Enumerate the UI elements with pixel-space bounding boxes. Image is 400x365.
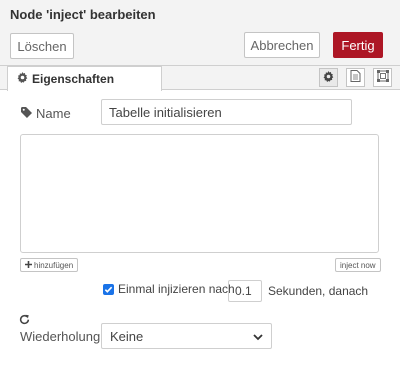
object-group-icon (376, 70, 389, 85)
repeat-label: Wiederholung (20, 329, 101, 344)
tray-title: Node 'inject' bearbeiten (10, 7, 156, 22)
add-button-label: hinzufügen (34, 260, 74, 270)
add-button[interactable]: hinzufügen (20, 258, 79, 272)
inject-once-label: Einmal injizieren nach (118, 282, 235, 296)
name-label: Name (21, 106, 71, 121)
tag-icon (21, 106, 32, 121)
delay-input[interactable]: 0.1 (228, 280, 262, 302)
delete-button[interactable]: Löschen (10, 33, 74, 59)
settings-tab-button[interactable] (319, 68, 338, 87)
seconds-label: Sekunden, danach (268, 284, 369, 298)
inject-once-checkbox[interactable] (103, 282, 114, 297)
inject-now-button[interactable]: inject now (335, 258, 381, 272)
name-label-text: Name (36, 106, 71, 121)
properties-list[interactable] (20, 134, 379, 253)
tab-properties-label: Eigenschaften (32, 72, 115, 86)
gear-icon (323, 70, 334, 85)
tabs-bar: Eigenschaften (0, 66, 400, 91)
description-tab-button[interactable] (346, 68, 365, 87)
file-text-icon (350, 70, 361, 85)
tab-properties[interactable]: Eigenschaften (7, 66, 162, 91)
plus-icon (25, 260, 32, 270)
repeat-select-value: Keine (110, 328, 144, 344)
appearance-tab-button[interactable] (373, 68, 392, 87)
gear-icon (17, 72, 28, 86)
check-icon (104, 282, 113, 297)
edit-tray: Node 'inject' bearbeiten Löschen Abbrech… (0, 0, 400, 365)
inject-once-option: Einmal injizieren nach (103, 282, 235, 296)
repeat-icon (19, 313, 30, 328)
tray-header: Node 'inject' bearbeiten Löschen Abbrech… (0, 0, 400, 66)
name-input[interactable]: Tabelle initialisieren (101, 99, 352, 125)
cancel-button[interactable]: Abbrechen (244, 32, 320, 58)
chevron-down-icon (253, 329, 263, 344)
done-button[interactable]: Fertig (333, 32, 383, 58)
repeat-select[interactable]: Keine (101, 323, 272, 349)
